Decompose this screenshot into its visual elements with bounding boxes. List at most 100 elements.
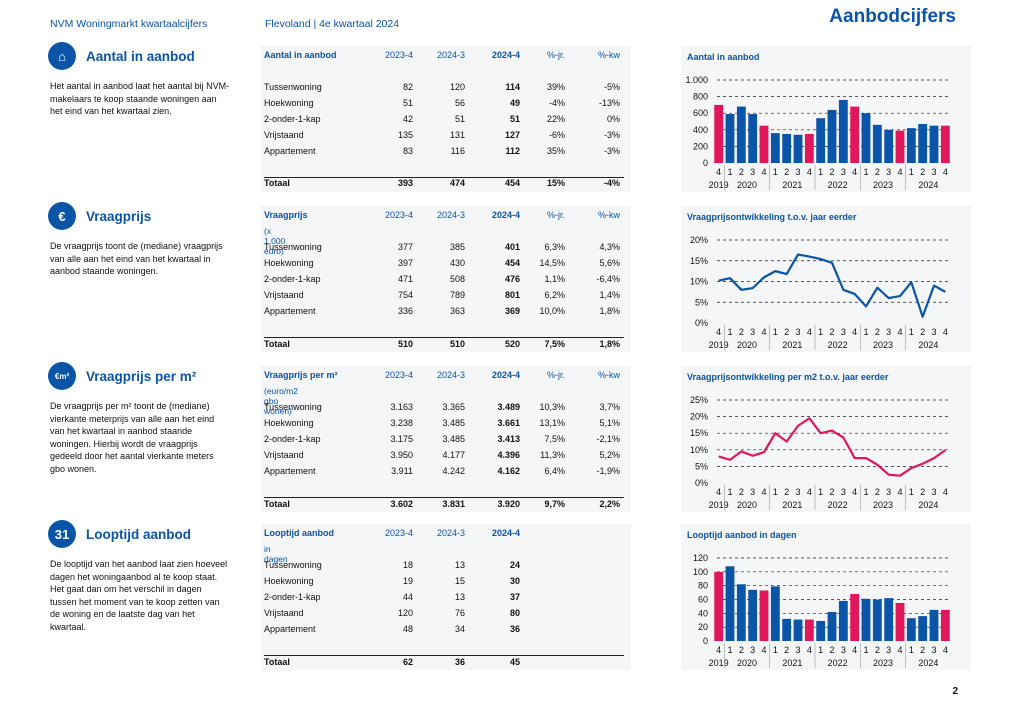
- bar: [782, 133, 792, 163]
- table-row: Tussenwoning 82 120 114 39% -5%: [264, 82, 624, 96]
- table-cell: 4.162: [497, 466, 520, 476]
- bar: [793, 619, 803, 641]
- table-cell: 3.661: [497, 418, 520, 428]
- table-cell: 5,6%: [599, 258, 620, 268]
- table-cell: 2-onder-1-kap: [264, 114, 321, 124]
- x-tick-label: 3: [886, 327, 891, 337]
- total-cell: 510: [397, 339, 413, 349]
- table-cell: -5%: [603, 82, 620, 92]
- table-cell: 4.242: [442, 466, 465, 476]
- total-cell: 393: [397, 178, 413, 188]
- x-tick-label: 1: [773, 645, 778, 655]
- total-cell: 36: [454, 657, 465, 667]
- table-cell: 2-onder-1-kap: [264, 592, 321, 602]
- chart: 1201008060402004 1 2 3 4 1 2 3 4 1 2 3 4 1 2 3 4 1 2 3 42019…: [693, 553, 951, 668]
- x-tick-label: 3: [795, 327, 800, 337]
- table-cell: 82: [402, 82, 413, 92]
- x-tick-label: 4: [897, 645, 902, 655]
- header-cell: 2024-3: [436, 210, 465, 220]
- table-cell: -4%: [548, 98, 565, 108]
- bar: [714, 104, 724, 163]
- x-tick-label: 3: [750, 327, 755, 337]
- total-cell: Totaal: [264, 657, 290, 667]
- table-cell: 3.175: [390, 434, 413, 444]
- year-label: 2021: [782, 340, 802, 350]
- year-label: 2022: [828, 658, 848, 668]
- x-tick-label: 2: [739, 645, 744, 655]
- x-tick-label: 3: [886, 645, 891, 655]
- table-cell: Tussenwoning: [264, 560, 322, 570]
- page-number: 2: [952, 686, 958, 697]
- table-cell: -6%: [548, 130, 565, 140]
- table-total-row: Totaal 3.602 3.831 3.920 9,7% 2,2%: [264, 499, 624, 513]
- year-label: 2021: [782, 180, 802, 190]
- table-cell: 112: [505, 146, 520, 156]
- table-cell: 369: [504, 306, 520, 316]
- x-tick-label: 1: [727, 487, 732, 497]
- table-cell: 3.489: [497, 402, 520, 412]
- x-tick-label: 1: [863, 327, 868, 337]
- table-cell: 42: [402, 114, 413, 124]
- y-tick-label: 600: [693, 108, 708, 118]
- table-row: Vrijstaand 754 789 801 6,2% 1,4%: [264, 290, 624, 304]
- y-tick-label: 15%: [690, 256, 708, 266]
- table-cell: 754: [397, 290, 413, 300]
- table-cell: 430: [449, 258, 465, 268]
- table-cell: 83: [402, 146, 413, 156]
- table-cell: 3.365: [442, 402, 465, 412]
- table-cell: 10,0%: [539, 306, 565, 316]
- euro-icon: €: [48, 202, 76, 230]
- header-cell: %-kw: [598, 210, 620, 220]
- table-cell: 24: [509, 560, 520, 570]
- table-cell: -6,4%: [596, 274, 620, 284]
- bar: [759, 590, 769, 641]
- bar: [770, 133, 780, 163]
- x-tick-label: 4: [852, 327, 857, 337]
- table-cell: 6,4%: [544, 466, 565, 476]
- header-cell: Vraagprijs: [264, 210, 308, 220]
- bar: [736, 106, 746, 163]
- table-cell: 4.396: [497, 450, 520, 460]
- table-cell: 2-onder-1-kap: [264, 274, 321, 284]
- x-tick-label: 2: [875, 327, 880, 337]
- table-cell: Vrijstaand: [264, 130, 304, 140]
- x-tick-label: 2: [875, 167, 880, 177]
- table-cell: 3.485: [442, 418, 465, 428]
- total-cell: 7,5%: [544, 339, 565, 349]
- table-header-row: Aantal in aanbod 2023-4 2024-3 2024-4 %-jr.%…: [264, 50, 624, 64]
- total-cell: 3.920: [497, 499, 520, 509]
- chart: 1.00080060040020004 1 2 3 4 1 2 3 4 1 2 3 4 1 2 3 4 1 2 3 42…: [685, 75, 951, 190]
- table-cell: 1,4%: [599, 290, 620, 300]
- table-cell: 18: [402, 560, 413, 570]
- x-tick-label: 1: [773, 167, 778, 177]
- table-cell: 116: [450, 146, 465, 156]
- header-cell: 2024-4: [491, 370, 520, 380]
- table-cell: 0%: [606, 114, 620, 124]
- chart-title: Vraagprijsontwikkeling t.o.v. jaar eerde…: [687, 212, 857, 222]
- table-cell: 377: [397, 242, 413, 252]
- y-tick-label: 20%: [690, 412, 708, 422]
- x-tick-label: 2: [784, 487, 789, 497]
- table-cell: 2-onder-1-kap: [264, 434, 321, 444]
- x-tick-label: 1: [818, 487, 823, 497]
- table-cell: 13,1%: [539, 418, 565, 428]
- bar: [850, 106, 860, 163]
- table-cell: 56: [454, 98, 465, 108]
- table-cell: -2,1%: [596, 434, 620, 444]
- table-cell: 4.177: [442, 450, 465, 460]
- y-tick-label: 1.000: [685, 75, 708, 85]
- total-cell: 510: [449, 339, 465, 349]
- table-cell: 35%: [546, 146, 565, 156]
- total-cell: 3.831: [442, 499, 465, 509]
- x-tick-label: 4: [852, 487, 857, 497]
- year-label: 2024: [918, 340, 938, 350]
- x-tick-label: 1: [909, 167, 914, 177]
- table-cell: 51: [509, 114, 520, 124]
- total-cell: Totaal: [264, 339, 290, 349]
- table-cell: 3.238: [390, 418, 413, 428]
- table-cell: 401: [504, 242, 520, 252]
- table-cell: 76: [454, 608, 465, 618]
- table-cell: 34: [454, 624, 465, 634]
- x-tick-label: 2: [739, 327, 744, 337]
- table-cell: 48: [402, 624, 413, 634]
